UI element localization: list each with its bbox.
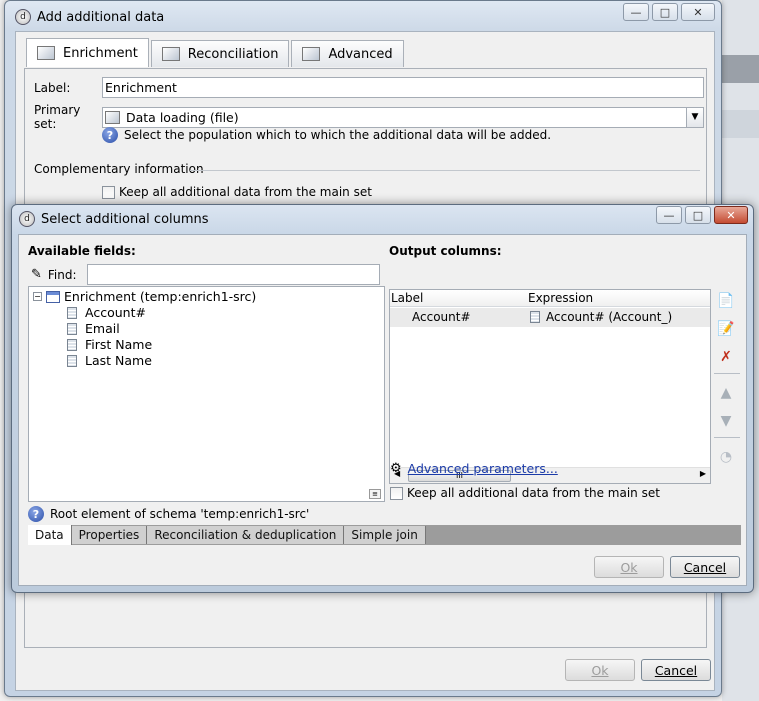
caption-buttons: — □ ✕	[656, 206, 748, 224]
grid-header: Label Expression	[390, 290, 710, 307]
app-icon: d	[19, 211, 35, 227]
tool-separator	[714, 437, 740, 438]
resize-grip-icon[interactable]: ≡	[369, 489, 381, 499]
field-icon	[67, 322, 77, 335]
tree-field-item[interactable]: Account#	[67, 305, 146, 320]
available-fields-title: Available fields:	[28, 244, 136, 258]
help-icon: ?	[28, 506, 44, 522]
field-icon	[67, 306, 77, 319]
move-down-icon[interactable]: ▼	[716, 411, 736, 431]
keep-all-label: Keep all additional data from the main s…	[119, 185, 372, 199]
edit-column-icon[interactable]: 📝	[716, 319, 736, 339]
sort-icon[interactable]: ◔	[716, 447, 736, 467]
tree-field-item[interactable]: Email	[67, 321, 120, 336]
root-element-info: Root element of schema 'temp:enrich1-src…	[50, 507, 310, 521]
tree-root-label: Enrichment (temp:enrich1-src)	[64, 289, 257, 304]
delete-icon[interactable]: ✗	[716, 347, 736, 367]
cancel-button[interactable]: Cancel	[670, 556, 740, 578]
output-columns-title: Output columns:	[389, 244, 502, 258]
dialog-titlebar: d Select additional columns	[19, 209, 209, 229]
row-expression: Account# (Account_)	[546, 310, 673, 324]
cancel-button[interactable]: Cancel	[641, 659, 711, 681]
group-divider	[190, 170, 700, 171]
find-input[interactable]	[86, 264, 380, 285]
minimize-button[interactable]: —	[656, 206, 682, 224]
advanced-parameters-link[interactable]: Advanced parameters...	[408, 461, 558, 476]
ok-button[interactable]: Ok	[594, 556, 664, 578]
tab-label: Reconciliation	[187, 46, 279, 62]
keep-all-checkbox[interactable]	[102, 185, 115, 199]
caption-buttons: — □ ✕	[623, 3, 715, 21]
collapse-icon[interactable]: −	[33, 292, 42, 301]
scroll-right-icon[interactable]: ▶	[700, 469, 706, 478]
tree-field-item[interactable]: Last Name	[67, 353, 152, 368]
background-band	[722, 55, 759, 83]
table-icon	[46, 290, 60, 303]
background-band	[722, 110, 759, 138]
help-text: Select the population which to which the…	[124, 128, 552, 142]
tab-advanced[interactable]: Advanced	[291, 40, 404, 67]
label-column-header[interactable]: Label	[391, 291, 423, 305]
find-icon: ✎	[31, 267, 42, 282]
primary-set-caption: Primary set:	[34, 103, 81, 131]
field-icon	[67, 338, 77, 351]
close-button[interactable]: ✕	[714, 206, 748, 224]
field-icon	[67, 354, 77, 367]
tab-simple-join[interactable]: Simple join	[344, 526, 426, 544]
fields-tree: − Enrichment (temp:enrich1-src) Account#…	[28, 286, 385, 502]
close-button[interactable]: ✕	[681, 3, 715, 21]
tab-properties[interactable]: Properties	[71, 526, 148, 544]
expression-column-header[interactable]: Expression	[528, 291, 593, 305]
tab-reconciliation-dedup[interactable]: Reconciliation & deduplication	[147, 526, 345, 544]
minimize-button[interactable]: —	[623, 3, 649, 21]
window-titlebar: d Add additional data	[15, 7, 164, 27]
find-label: Find:	[47, 267, 77, 282]
add-column-icon[interactable]: 📄	[716, 291, 736, 311]
advanced-parameters-icon: ⚙	[390, 461, 402, 476]
data-loading-icon	[105, 110, 120, 124]
field-icon	[530, 311, 540, 323]
keep-all-checkbox[interactable]	[390, 486, 403, 500]
tab-enrichment[interactable]: Enrichment	[26, 38, 149, 67]
tab-label: Enrichment	[63, 45, 138, 61]
app-icon: d	[15, 9, 31, 25]
primary-set-value: Data loading (file)	[126, 109, 239, 125]
maximize-button[interactable]: □	[685, 206, 711, 224]
dialog-title: Select additional columns	[41, 211, 209, 227]
table-row[interactable]: Account# Account# (Account_)	[390, 308, 710, 327]
primary-set-combo[interactable]: Data loading (file) ▼	[102, 106, 704, 128]
complementary-title: Complementary information	[34, 162, 204, 176]
dialog-client: Available fields: ✎ Find: − Enrichment (…	[18, 234, 747, 586]
tab-label: Advanced	[328, 46, 393, 62]
help-icon: ?	[102, 127, 118, 143]
enrichment-icon	[37, 46, 55, 60]
window-title: Add additional data	[37, 9, 165, 25]
bottom-tab-bar: Data Properties Reconciliation & dedupli…	[28, 525, 741, 545]
output-columns-grid: Label Expression Account# Account# (Acco…	[389, 289, 711, 484]
chevron-down-icon[interactable]: ▼	[686, 107, 703, 127]
reconciliation-icon	[161, 47, 180, 61]
tab-reconciliation[interactable]: Reconciliation	[150, 40, 290, 67]
tab-bar: Enrichment Reconciliation Advanced	[26, 38, 406, 67]
tab-data[interactable]: Data	[28, 525, 72, 545]
ok-button[interactable]: Ok	[565, 659, 635, 681]
tree-root-item[interactable]: − Enrichment (temp:enrich1-src)	[33, 289, 256, 304]
tool-separator	[714, 373, 740, 374]
row-label: Account#	[412, 310, 471, 324]
maximize-button[interactable]: □	[652, 3, 678, 21]
keep-all-label: Keep all additional data from the main s…	[407, 486, 660, 500]
label-field[interactable]: Enrichment	[102, 77, 704, 98]
advanced-icon	[302, 47, 321, 61]
tree-field-item[interactable]: First Name	[67, 337, 152, 352]
move-up-icon[interactable]: ▲	[716, 383, 736, 403]
label-caption: Label:	[34, 80, 71, 95]
select-additional-columns-dialog: d Select additional columns — □ ✕ Availa…	[11, 204, 754, 593]
